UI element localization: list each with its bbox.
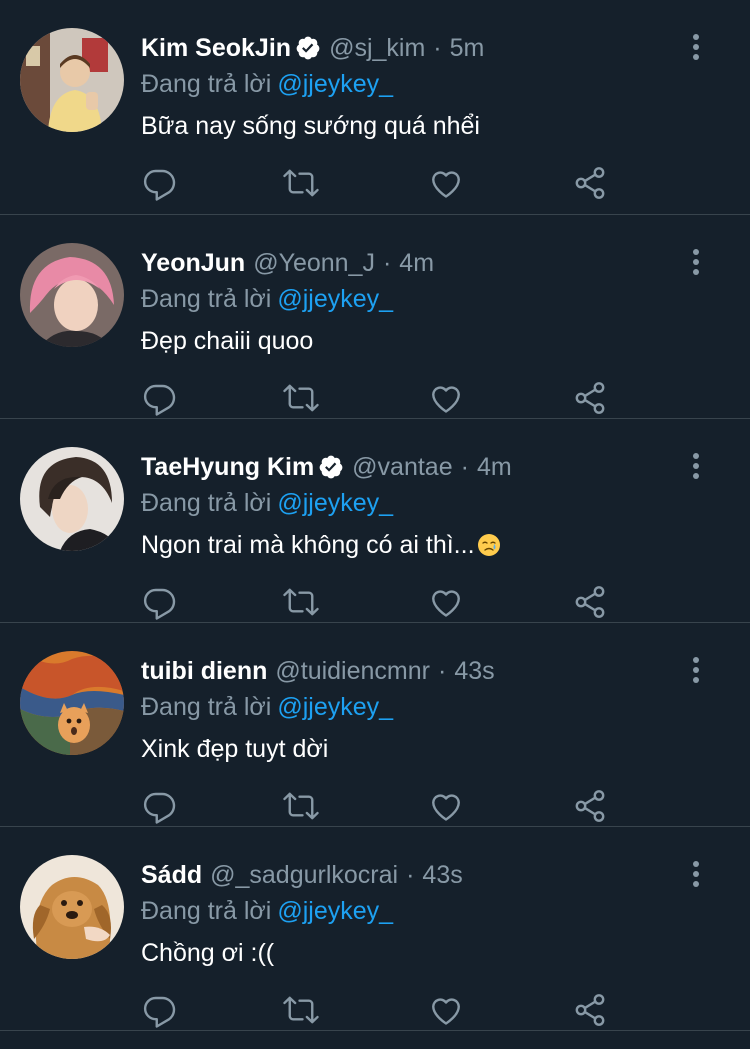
verified-badge-icon: [295, 35, 321, 61]
user-handle[interactable]: @sj_kim: [329, 31, 425, 65]
separator-dot: ·: [437, 657, 447, 685]
heart-icon[interactable]: [428, 380, 464, 416]
heart-icon[interactable]: [428, 165, 464, 201]
replying-to-line: Đang trả lời @jjeykey_: [141, 894, 393, 928]
replying-to-line: Đang trả lời @jjeykey_: [141, 67, 393, 101]
more-vertical-icon[interactable]: [684, 655, 708, 685]
more-vertical-icon[interactable]: [684, 247, 708, 277]
verified-badge-icon: [318, 454, 344, 480]
retweet-icon[interactable]: [283, 380, 319, 416]
mention-link[interactable]: @jjeykey_: [277, 489, 393, 517]
heart-icon[interactable]: [428, 788, 464, 824]
replying-to-label: Đang trả lời: [141, 285, 272, 313]
display-name[interactable]: tuibi dienn: [141, 654, 267, 688]
replying-to-line: Đang trả lời @jjeykey_: [141, 282, 393, 316]
share-icon[interactable]: [572, 380, 608, 416]
tweet-text-content: Chồng ơi :((: [141, 939, 275, 967]
tweet-reply[interactable]: TaeHyung Kim @vantae · 4m Đang trả lời @j…: [0, 419, 750, 623]
action-bar: [141, 788, 621, 824]
display-name[interactable]: Kim SeokJin: [141, 31, 291, 65]
action-bar: [141, 165, 621, 201]
separator-dot: ·: [460, 453, 469, 481]
share-icon[interactable]: [572, 992, 608, 1028]
display-name[interactable]: TaeHyung Kim: [141, 450, 314, 484]
retweet-icon[interactable]: [283, 584, 319, 620]
reply-icon[interactable]: [141, 584, 177, 620]
replying-to-label: Đang trả lời: [141, 693, 272, 721]
tweet-text-content: Xink đẹp tuyt dời: [141, 735, 329, 763]
tweet-reply[interactable]: Sádd @_sadgurlkocrai · 43s Đang trả lời @…: [0, 827, 750, 1031]
mention-link[interactable]: @jjeykey_: [277, 897, 393, 925]
tweet-text: Ngon trai mà không có ai thì...: [141, 528, 501, 562]
display-name[interactable]: YeonJun: [141, 246, 245, 280]
display-name[interactable]: Sádd: [141, 858, 202, 892]
retweet-icon[interactable]: [283, 992, 319, 1028]
heart-icon[interactable]: [428, 584, 464, 620]
reply-icon[interactable]: [141, 992, 177, 1028]
tweet-reply[interactable]: tuibi dienn @tuidiencmnr · 43s Đang trả …: [0, 623, 750, 827]
avatar[interactable]: [20, 447, 124, 551]
tweet-text-content: Bữa nay sống sướng quá nhểi: [141, 112, 480, 140]
separator-dot: ·: [433, 34, 442, 62]
action-bar: [141, 584, 621, 620]
more-vertical-icon[interactable]: [684, 451, 708, 481]
action-bar: [141, 380, 621, 416]
retweet-icon[interactable]: [283, 788, 319, 824]
user-handle[interactable]: @Yeonn_J: [253, 246, 375, 280]
replying-to-label: Đang trả lời: [141, 70, 272, 98]
replying-to-line: Đang trả lời @jjeykey_: [141, 486, 393, 520]
separator-dot: ·: [406, 861, 415, 889]
mention-link[interactable]: @jjeykey_: [277, 693, 393, 721]
tweet-text: Bữa nay sống sướng quá nhểi: [141, 109, 480, 143]
tweet-text-content: Đẹp chaiii quoo: [141, 327, 314, 355]
user-handle[interactable]: @vantae: [352, 450, 452, 484]
avatar[interactable]: [20, 855, 124, 959]
crying-face-emoji: [477, 533, 501, 557]
replying-to-label: Đang trả lời: [141, 489, 272, 517]
tweet-text: Xink đẹp tuyt dời: [141, 732, 328, 766]
tweet-text-content: Ngon trai mà không có ai thì...: [141, 531, 475, 559]
more-vertical-icon[interactable]: [684, 859, 708, 889]
share-icon[interactable]: [572, 788, 608, 824]
replying-to-line: Đang trả lời @jjeykey_: [141, 690, 393, 724]
replying-to-label: Đang trả lời: [141, 897, 272, 925]
tweet-reply[interactable]: Kim SeokJin @sj_kim · 5m Đang trả lời @jj…: [0, 0, 750, 215]
reply-icon[interactable]: [141, 788, 177, 824]
reply-icon[interactable]: [141, 165, 177, 201]
mention-link[interactable]: @jjeykey_: [277, 70, 393, 98]
more-vertical-icon[interactable]: [684, 32, 708, 62]
heart-icon[interactable]: [428, 992, 464, 1028]
tweet-text: Chồng ơi :((: [141, 936, 274, 970]
reply-feed: Kim SeokJin @sj_kim · 5m Đang trả lời @jj…: [0, 0, 750, 1049]
user-handle[interactable]: @tuidiencmnr: [275, 654, 430, 688]
timestamp[interactable]: 43s: [454, 654, 494, 688]
reply-icon[interactable]: [141, 380, 177, 416]
tweet-reply[interactable]: YeonJun @Yeonn_J · 4m Đang trả lời @jjeyk…: [0, 215, 750, 419]
action-bar: [141, 992, 621, 1028]
tweet-text: Đẹp chaiii quoo: [141, 324, 313, 358]
share-icon[interactable]: [572, 165, 608, 201]
timestamp[interactable]: 4m: [477, 450, 512, 484]
timestamp[interactable]: 5m: [450, 31, 485, 65]
avatar[interactable]: [20, 243, 124, 347]
share-icon[interactable]: [572, 584, 608, 620]
separator-dot: ·: [382, 249, 392, 277]
mention-link[interactable]: @jjeykey_: [277, 285, 393, 313]
timestamp[interactable]: 4m: [399, 246, 434, 280]
avatar[interactable]: [20, 651, 124, 755]
retweet-icon[interactable]: [283, 165, 319, 201]
user-handle[interactable]: @_sadgurlkocrai: [210, 858, 398, 892]
avatar[interactable]: [20, 28, 124, 132]
timestamp[interactable]: 43s: [422, 858, 462, 892]
